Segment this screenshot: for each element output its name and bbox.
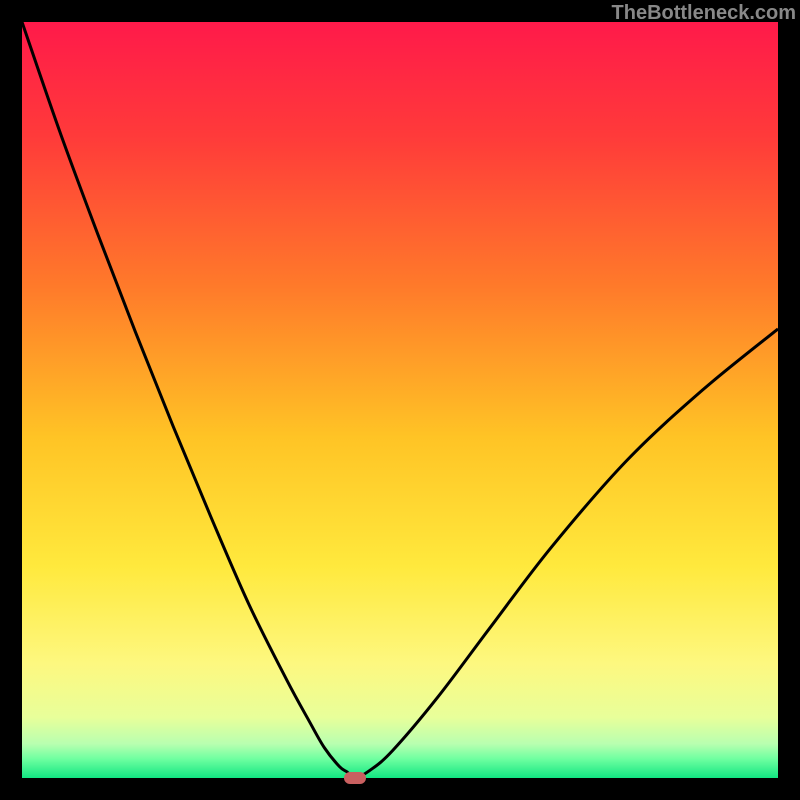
chart-container: TheBottleneck.com — [0, 0, 800, 800]
plot-area — [22, 22, 778, 778]
bottleneck-curve — [22, 22, 778, 778]
watermark-text: TheBottleneck.com — [612, 2, 796, 25]
curve-layer — [22, 22, 778, 778]
optimal-marker — [344, 772, 366, 784]
